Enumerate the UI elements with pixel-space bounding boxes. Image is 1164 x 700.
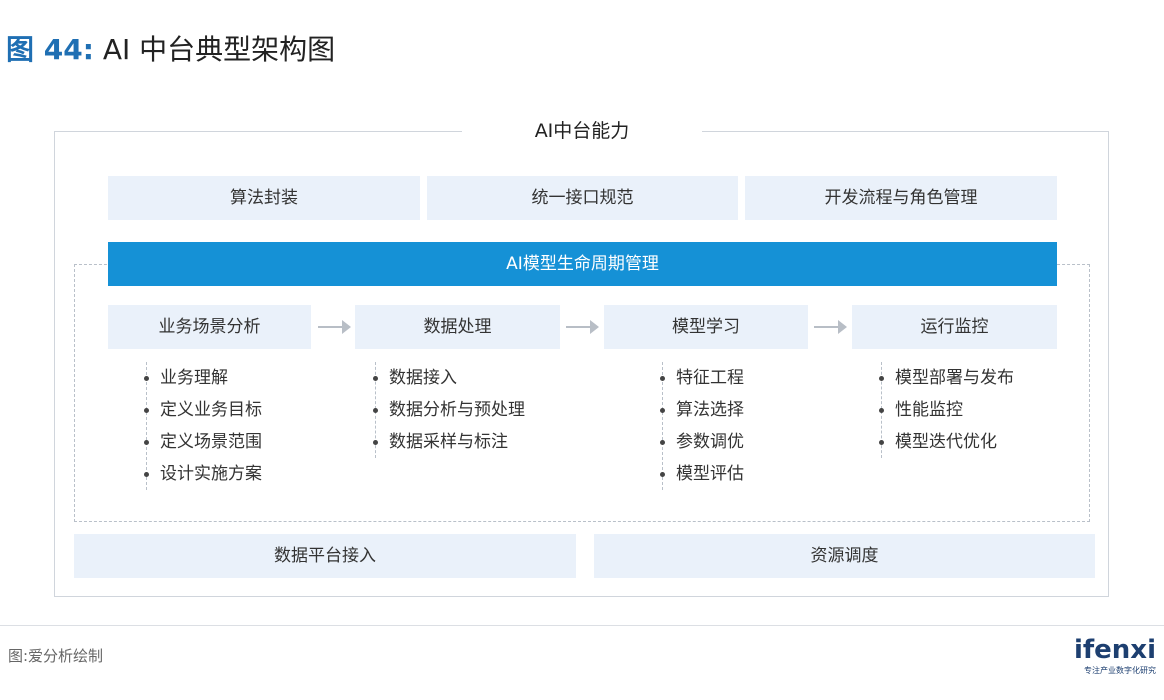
capability-algorithm-packaging: 算法封装 [108,176,420,220]
list-item: 业务理解 [144,362,262,394]
capability-unified-interface: 统一接口规范 [427,176,738,220]
source-note: 图:爱分析绘制 [8,647,104,665]
footer-divider [0,625,1164,626]
figure-title: 图 44: AI 中台典型架构图 [6,30,335,70]
task-list-model-learning: 特征工程 算法选择 参数调优 模型评估 [660,362,744,490]
list-item: 模型评估 [660,458,744,490]
list-item: 定义业务目标 [144,394,262,426]
list-item: 性能监控 [879,394,1014,426]
list-item: 模型迭代优化 [879,426,1014,458]
task-list-business-analysis: 业务理解 定义业务目标 定义场景范围 设计实施方案 [144,362,262,490]
figure-number: 图 44: [6,33,94,66]
task-list-runtime-monitoring: 模型部署与发布 性能监控 模型迭代优化 [879,362,1014,458]
arrow-right-icon [812,305,850,349]
ifenxi-logo: ifenxi 专注产业数字化研究 [1066,634,1156,680]
list-item: 模型部署与发布 [879,362,1014,394]
list-item: 数据分析与预处理 [373,394,525,426]
stage-model-learning: 模型学习 [604,305,808,349]
stage-business-analysis: 业务场景分析 [108,305,311,349]
logo-wordmark: ifenxi [1073,635,1156,665]
foundation-data-platform: 数据平台接入 [74,534,576,578]
list-item: 数据接入 [373,362,525,394]
lifecycle-bar: AI模型生命周期管理 [108,242,1057,286]
capability-title: AI中台能力 [462,114,702,148]
arrow-right-icon [564,305,602,349]
list-item: 设计实施方案 [144,458,262,490]
capability-process-role-management: 开发流程与角色管理 [745,176,1057,220]
list-item: 算法选择 [660,394,744,426]
figure-caption: AI 中台典型架构图 [102,33,336,66]
arrow-right-icon [316,305,354,349]
stage-data-processing: 数据处理 [355,305,560,349]
task-list-data-processing: 数据接入 数据分析与预处理 数据采样与标注 [373,362,525,458]
logo-tagline: 专注产业数字化研究 [1084,666,1156,675]
stage-runtime-monitoring: 运行监控 [852,305,1057,349]
list-item: 参数调优 [660,426,744,458]
list-item: 特征工程 [660,362,744,394]
foundation-resource-scheduling: 资源调度 [594,534,1095,578]
list-item: 定义场景范围 [144,426,262,458]
list-item: 数据采样与标注 [373,426,525,458]
